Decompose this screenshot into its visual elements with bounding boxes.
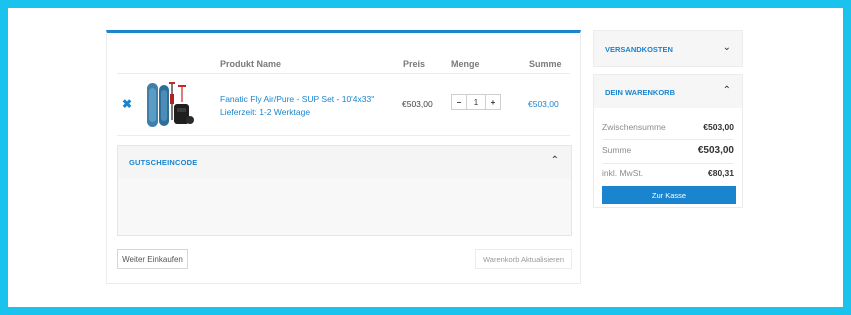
totals-divider — [602, 139, 734, 140]
delivery-time: Lieferzeit: 1-2 Werktage — [220, 107, 311, 117]
cart-totals-header[interactable]: DEIN WARENKORB ⌃ — [594, 75, 742, 108]
shipping-costs-title: VERSANDKOSTEN — [605, 45, 673, 54]
update-cart-button[interactable]: Warenkorb Aktualisieren — [475, 249, 572, 269]
total-line: Summe €503,00 — [602, 145, 734, 156]
product-thumbnail[interactable] — [145, 80, 195, 130]
chevron-down-icon[interactable]: ⌄ — [723, 42, 731, 53]
coupon-header[interactable]: GUTSCHEINCODE ⌃ — [118, 146, 571, 178]
sup-board-set-image — [147, 82, 194, 127]
tax-label: inkl. MwSt. — [602, 168, 644, 178]
tax-value: €80,31 — [708, 168, 734, 178]
tax-line: inkl. MwSt. €80,31 — [602, 168, 734, 178]
total-value: €503,00 — [697, 145, 734, 156]
subtotal-value: €503,00 — [703, 122, 734, 132]
remove-item-icon[interactable]: ✖ — [122, 97, 132, 111]
total-label: Summe — [602, 145, 632, 155]
item-subtotal: €503,00 — [528, 99, 559, 109]
subtotal-line: Zwischensumme €503,00 — [602, 122, 734, 132]
header-price: Preis — [403, 59, 426, 69]
header-total: Summe — [529, 59, 562, 69]
quantity-input[interactable]: 1 — [467, 95, 485, 109]
coupon-title: GUTSCHEINCODE — [129, 158, 198, 167]
quantity-increase-button[interactable]: + — [485, 95, 500, 109]
item-price: €503,00 — [402, 99, 433, 109]
product-name[interactable]: Fanatic Fly Air/Pure - SUP Set - 10'4x33… — [220, 93, 374, 106]
quantity-stepper: − 1 + — [451, 94, 501, 110]
cart-totals-panel: DEIN WARENKORB ⌃ Zwischensumme €503,00 S… — [593, 74, 743, 208]
shipping-costs-panel[interactable]: VERSANDKOSTEN ⌄ — [593, 30, 743, 67]
header-product-name: Produkt Name — [220, 59, 282, 69]
subtotal-label: Zwischensumme — [602, 122, 666, 132]
quantity-decrease-button[interactable]: − — [452, 95, 467, 109]
continue-shopping-button[interactable]: Weiter Einkaufen — [117, 249, 188, 269]
cart-totals-title: DEIN WARENKORB — [605, 88, 676, 97]
row-divider — [117, 135, 570, 136]
page-canvas: Produkt Name Preis Menge Summe ✖ Fanatic… — [8, 8, 843, 307]
row-divider — [117, 73, 570, 74]
cart-table-panel: Produkt Name Preis Menge Summe ✖ Fanatic… — [106, 30, 581, 284]
checkout-button[interactable]: Zur Kasse — [602, 186, 736, 204]
coupon-section: GUTSCHEINCODE ⌃ — [117, 145, 572, 236]
chevron-up-icon[interactable]: ⌃ — [723, 85, 731, 96]
header-quantity: Menge — [451, 59, 480, 69]
chevron-up-icon[interactable]: ⌃ — [551, 155, 559, 166]
totals-divider — [602, 163, 734, 164]
product-link[interactable]: Fanatic Fly Air/Pure - SUP Set - 10'4x33… — [220, 93, 374, 119]
